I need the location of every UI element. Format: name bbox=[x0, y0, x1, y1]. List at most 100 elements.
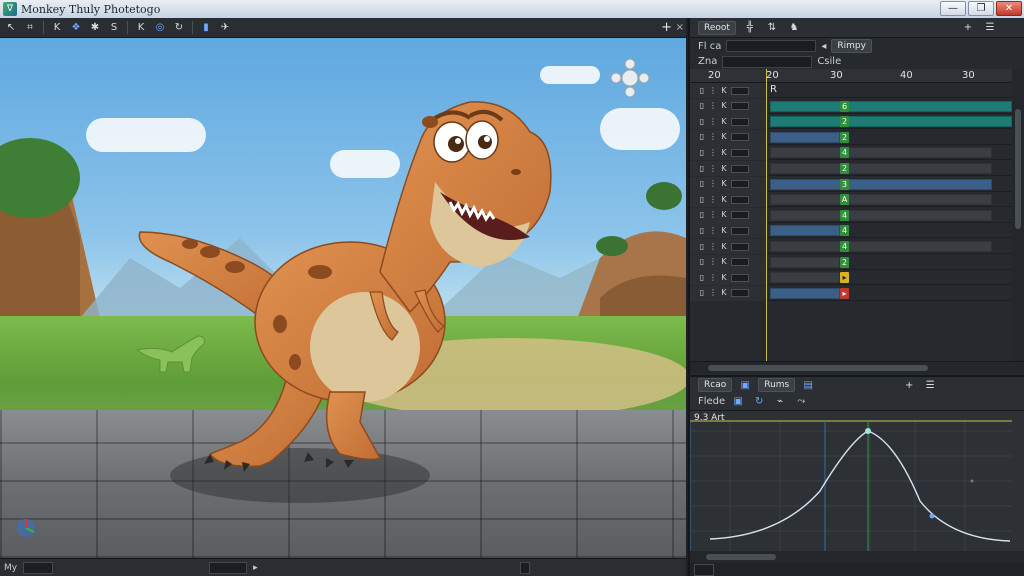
lock-icon[interactable]: ⋮ bbox=[709, 226, 717, 235]
track-row[interactable]: ▯ ⋮ K 4 bbox=[690, 239, 1012, 254]
lock-icon[interactable]: ⋮ bbox=[709, 102, 717, 110]
maximize-button[interactable]: ❐ bbox=[968, 1, 994, 16]
keyframe-marker[interactable]: A bbox=[840, 194, 849, 206]
track-weight-slider[interactable] bbox=[731, 195, 749, 204]
curve-icon[interactable]: K bbox=[720, 289, 728, 297]
graph-layer-icon[interactable]: ▤ bbox=[800, 378, 816, 393]
track-row[interactable]: ▯ ⋮ K ▸ bbox=[690, 270, 1012, 286]
globe-tool-icon[interactable]: ◎ bbox=[152, 20, 168, 35]
lock-icon[interactable]: ⋮ bbox=[709, 242, 717, 251]
eye-icon[interactable]: ▯ bbox=[698, 226, 706, 235]
add-view-icon[interactable]: + bbox=[661, 18, 672, 38]
track-weight-slider[interactable] bbox=[731, 258, 749, 267]
track-row[interactable]: ▯⋮KR4 bbox=[690, 223, 1012, 239]
scroll-thumb[interactable] bbox=[708, 365, 928, 371]
curve-icon[interactable]: K bbox=[720, 195, 728, 204]
graph-menu-icon[interactable]: ☰ bbox=[922, 378, 938, 393]
lock-icon[interactable]: ⋮ bbox=[709, 211, 717, 219]
curve-icon[interactable]: K bbox=[720, 273, 728, 282]
zone-field[interactable] bbox=[722, 55, 813, 68]
navigation-gizmo-icon[interactable] bbox=[610, 58, 650, 98]
box-tool-icon[interactable]: ⌗ bbox=[22, 20, 38, 35]
curve-icon[interactable]: K bbox=[720, 180, 728, 188]
track-weight-slider[interactable] bbox=[731, 180, 749, 189]
eye-icon[interactable]: ▯ bbox=[698, 148, 706, 157]
filter-field[interactable] bbox=[726, 40, 817, 52]
select-tool-icon[interactable]: ↖ bbox=[3, 20, 19, 35]
graph-mode-button[interactable]: Rums bbox=[758, 378, 796, 392]
keyframe-marker[interactable]: 4 bbox=[840, 241, 849, 252]
scroll-thumb[interactable] bbox=[1015, 109, 1021, 229]
graph-menu-button[interactable]: Rcao bbox=[698, 378, 733, 392]
track-clip-bar[interactable] bbox=[770, 100, 1012, 112]
track-clip-bar[interactable] bbox=[770, 225, 840, 237]
pin-tool-icon[interactable]: ✈ bbox=[217, 20, 233, 35]
graph-link-icon[interactable]: ⌁ bbox=[772, 394, 788, 409]
timeline-ruler[interactable]: 20 20 30 40 30 bbox=[690, 69, 1024, 83]
track-row[interactable]: ▯⋮KF2 bbox=[690, 254, 1012, 270]
keyframe-marker[interactable]: ▸ bbox=[840, 287, 849, 299]
keyframe-marker[interactable]: 4 bbox=[840, 209, 849, 221]
curve-icon[interactable]: K bbox=[720, 164, 728, 173]
keyframe-marker[interactable]: 2 bbox=[840, 116, 849, 128]
curve-icon[interactable]: K bbox=[720, 242, 728, 251]
track-weight-slider[interactable] bbox=[731, 211, 749, 220]
status-arrow-icon[interactable]: ▸ bbox=[253, 563, 258, 573]
knife-tool-icon[interactable]: K bbox=[49, 20, 65, 35]
eye-icon[interactable]: ▯ bbox=[698, 242, 706, 251]
close-view-icon[interactable]: × bbox=[676, 18, 684, 38]
eye-icon[interactable]: ▯ bbox=[698, 211, 706, 219]
keyframe-marker[interactable]: 3 bbox=[840, 178, 849, 190]
keyframe-marker[interactable]: 4 bbox=[840, 225, 849, 237]
track-row[interactable]: ▯⋮KR2 bbox=[690, 161, 1012, 176]
lock-icon[interactable]: ⋮ bbox=[709, 164, 717, 173]
graph-filter-icon[interactable]: ▣ bbox=[730, 394, 746, 409]
track-clip-bar[interactable] bbox=[770, 287, 840, 299]
3d-viewport[interactable] bbox=[0, 38, 686, 558]
eye-icon[interactable]: ▯ bbox=[698, 102, 706, 110]
sculpt-tool-icon[interactable]: S bbox=[106, 20, 122, 35]
track-vertical-scrollbar[interactable] bbox=[1012, 69, 1024, 361]
curve-icon[interactable]: K bbox=[720, 102, 728, 110]
eye-icon[interactable]: ▯ bbox=[698, 258, 706, 266]
dopesheet-menu-button[interactable]: Reoot bbox=[698, 20, 736, 35]
trex-character[interactable] bbox=[130, 62, 570, 482]
track-clip-bar[interactable] bbox=[770, 256, 840, 268]
curve-icon[interactable]: K bbox=[720, 226, 728, 235]
track-clip-bar[interactable] bbox=[770, 241, 992, 252]
minimize-button[interactable]: — bbox=[940, 1, 966, 16]
paint-tool-icon[interactable]: ❖ bbox=[68, 20, 84, 35]
panel-menu-icon[interactable]: ☰ bbox=[982, 20, 998, 35]
track-weight-slider[interactable] bbox=[731, 289, 749, 298]
track-weight-slider[interactable] bbox=[731, 148, 749, 157]
track-row[interactable]: ▯⋮KI3 bbox=[690, 176, 1012, 192]
eye-icon[interactable]: ▯ bbox=[698, 195, 706, 204]
track-weight-slider[interactable] bbox=[731, 86, 749, 95]
graph-sync-icon[interactable]: ↻ bbox=[751, 394, 767, 409]
playhead[interactable] bbox=[766, 69, 767, 361]
track-weight-slider[interactable] bbox=[731, 164, 749, 173]
track-clip-bar[interactable] bbox=[770, 178, 992, 190]
track-row[interactable]: ▯⋮KP2 bbox=[690, 129, 1012, 145]
track-weight-slider[interactable] bbox=[731, 133, 749, 142]
keyframe-marker[interactable]: 4 bbox=[840, 147, 849, 159]
graph-add-icon[interactable]: + bbox=[901, 378, 917, 393]
pin-icon[interactable]: + bbox=[960, 20, 976, 35]
curve-icon[interactable]: K bbox=[720, 211, 728, 219]
grid-icon[interactable]: ╬ bbox=[742, 20, 758, 35]
track-weight-slider[interactable] bbox=[731, 102, 749, 111]
curve-icon[interactable]: K bbox=[720, 258, 728, 266]
lock-icon[interactable]: ⋮ bbox=[709, 148, 717, 157]
track-weight-slider[interactable] bbox=[731, 242, 749, 251]
track-row[interactable]: ▯ ⋮ K R bbox=[690, 83, 1012, 98]
keyframe-marker[interactable]: 2 bbox=[840, 131, 849, 143]
track-row[interactable]: ▯⋮KRA bbox=[690, 192, 1012, 208]
close-button[interactable]: ✕ bbox=[996, 1, 1022, 16]
curve-icon[interactable]: K bbox=[720, 133, 728, 141]
curve-icon[interactable]: K bbox=[720, 117, 728, 126]
snow-tool-icon[interactable]: ✱ bbox=[87, 20, 103, 35]
track-weight-slider[interactable] bbox=[731, 226, 749, 235]
eye-icon[interactable]: ▯ bbox=[698, 133, 706, 141]
page-tool-icon[interactable]: ▮ bbox=[198, 20, 214, 35]
track-row[interactable]: ▯ ⋮ K ▸ bbox=[690, 285, 1012, 301]
